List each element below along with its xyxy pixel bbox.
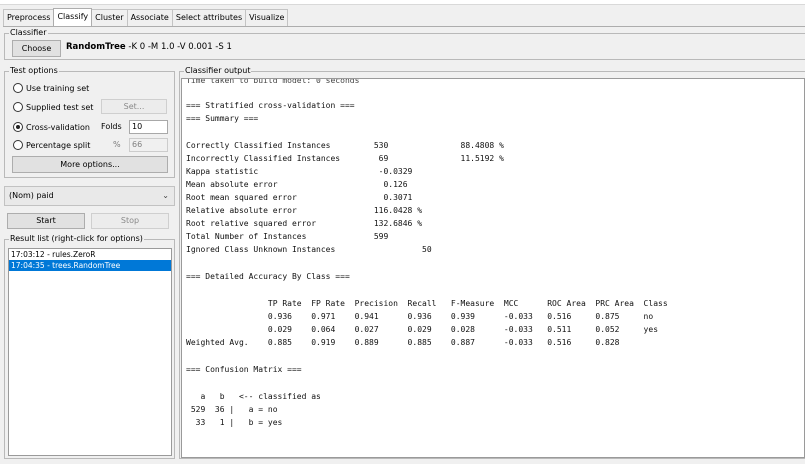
result-list-group: Result list (right-click for options) 17… xyxy=(4,234,175,459)
radio-selected-icon[interactable] xyxy=(13,122,23,132)
start-button[interactable]: Start xyxy=(7,213,85,229)
tab-associate[interactable]: Associate xyxy=(126,9,173,26)
classifier-group-title: Classifier xyxy=(9,28,48,38)
output-line: 0.936 0.971 0.941 0.936 0.939 -0.033 0.5… xyxy=(186,312,654,321)
radio-icon[interactable] xyxy=(13,83,23,93)
output-line: Root relative squared error 132.6846 % xyxy=(186,219,423,228)
window-top-strip xyxy=(0,0,805,5)
class-attribute-value: (Nom) paid xyxy=(9,191,54,200)
test-options-group: Test options Use training set Supplied t… xyxy=(4,66,175,178)
percent-symbol: % xyxy=(113,140,121,149)
classifier-output-group: Classifier output Time taken to build mo… xyxy=(179,66,805,459)
tab-classify[interactable]: Classify xyxy=(53,8,93,26)
output-line: Root mean squared error 0.3071 xyxy=(186,193,413,202)
output-line: Ignored Class Unknown Instances 50 xyxy=(186,245,432,254)
output-line: === Confusion Matrix === xyxy=(186,365,302,374)
output-line: Incorrectly Classified Instances 69 11.5… xyxy=(186,154,504,163)
output-line: Relative absolute error 116.0428 % xyxy=(186,206,423,215)
classifier-group: Classifier Choose RandomTree -K 0 -M 1.0… xyxy=(4,28,805,60)
supplied-test-set-label: Supplied test set xyxy=(26,102,94,112)
result-list-title: Result list (right-click for options) xyxy=(9,234,144,244)
classifier-output-text[interactable]: Time taken to build model: 0 seconds ===… xyxy=(181,78,805,458)
percent-input[interactable]: 66 xyxy=(129,138,168,152)
output-line: 529 36 | a = no xyxy=(186,405,278,414)
stop-button[interactable]: Stop xyxy=(91,213,169,229)
output-line: Mean absolute error 0.126 xyxy=(186,180,408,189)
use-training-set-option[interactable]: Use training set xyxy=(13,81,89,95)
supplied-test-set-option[interactable]: Supplied test set xyxy=(13,100,93,114)
tab-cluster[interactable]: Cluster xyxy=(91,9,128,26)
output-line: === Detailed Accuracy By Class === xyxy=(186,272,350,281)
output-line: Correctly Classified Instances 530 88.48… xyxy=(186,141,504,150)
tab-bar: Preprocess Classify Cluster Associate Se… xyxy=(3,8,289,26)
percentage-split-option[interactable]: Percentage split xyxy=(13,138,90,152)
choose-button[interactable]: Choose xyxy=(12,40,61,57)
tab-visualize[interactable]: Visualize xyxy=(245,9,289,26)
cross-validation-label: Cross-validation xyxy=(26,122,90,132)
output-line: a b <-- classified as xyxy=(186,392,321,401)
classifier-output-title: Classifier output xyxy=(184,66,252,76)
output-line: Weighted Avg. 0.885 0.919 0.889 0.885 0.… xyxy=(186,338,620,347)
tab-select-attributes[interactable]: Select attributes xyxy=(171,9,247,26)
result-list[interactable]: 17:03:12 - rules.ZeroR 17:04:35 - trees.… xyxy=(8,248,172,456)
folds-input[interactable]: 10 xyxy=(129,120,168,134)
classifier-config[interactable]: RandomTree -K 0 -M 1.0 -V 0.001 -S 1 xyxy=(66,42,232,52)
list-item-selected[interactable]: 17:04:35 - trees.RandomTree xyxy=(9,260,171,271)
chevron-down-icon: ⌄ xyxy=(162,191,169,200)
output-line: Kappa statistic -0.0329 xyxy=(186,167,413,176)
classifier-options: -K 0 -M 1.0 -V 0.001 -S 1 xyxy=(128,42,232,52)
classifier-name: RandomTree xyxy=(66,42,126,52)
tab-preprocess[interactable]: Preprocess xyxy=(3,9,55,26)
cross-validation-option[interactable]: Cross-validation xyxy=(13,120,90,134)
class-attribute-select[interactable]: (Nom) paid ⌄ xyxy=(4,186,175,206)
output-line: Total Number of Instances 599 xyxy=(186,232,389,241)
radio-icon[interactable] xyxy=(13,140,23,150)
set-button[interactable]: Set... xyxy=(101,99,167,114)
output-line: TP Rate FP Rate Precision Recall F-Measu… xyxy=(186,299,668,308)
percentage-split-label: Percentage split xyxy=(26,140,91,150)
test-options-title: Test options xyxy=(9,66,59,76)
folds-label: Folds xyxy=(101,122,122,131)
more-options-button[interactable]: More options... xyxy=(12,156,168,173)
output-line: === Stratified cross-validation === xyxy=(186,101,355,110)
use-training-set-label: Use training set xyxy=(26,83,90,93)
output-line: Time taken to build model: 0 seconds xyxy=(186,78,360,85)
output-line: 33 1 | b = yes xyxy=(186,418,283,427)
output-line: === Summary === xyxy=(186,114,259,123)
list-item[interactable]: 17:03:12 - rules.ZeroR xyxy=(9,249,171,260)
radio-icon[interactable] xyxy=(13,102,23,112)
output-line: 0.029 0.064 0.027 0.029 0.028 -0.033 0.5… xyxy=(186,325,659,334)
tab-panel-border xyxy=(3,26,805,27)
